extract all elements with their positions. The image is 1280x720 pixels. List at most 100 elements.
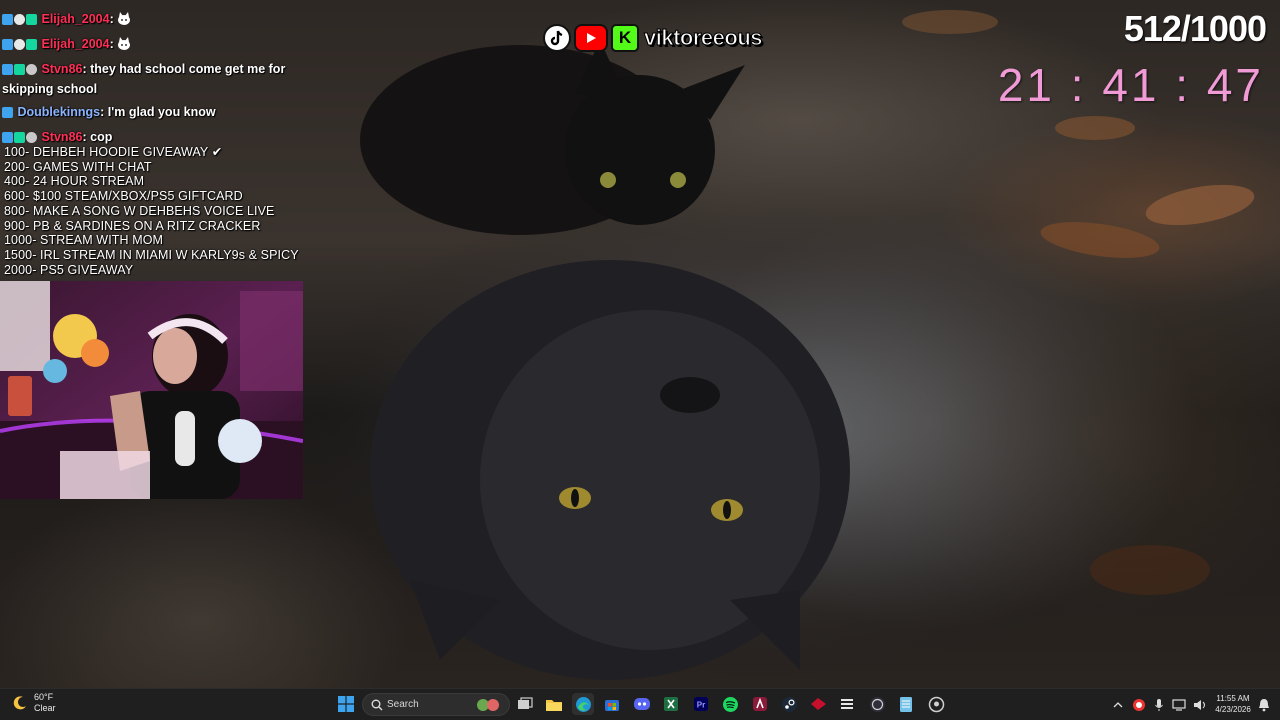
weather-widget[interactable]: 60°F Clear [12, 692, 56, 714]
volume-icon[interactable] [1193, 699, 1208, 711]
cat-emote-icon [118, 37, 131, 50]
goal-item: 800- MAKE A SONG W DEHBEHS VOICE LIVE [4, 203, 275, 218]
tray-record-icon[interactable] [1132, 698, 1146, 712]
chat-text: I'm glad you know [107, 105, 216, 119]
store-icon [605, 700, 619, 711]
chat-username[interactable]: Doublekinngs [17, 105, 100, 119]
system-tray [1112, 689, 1212, 720]
sub-badge-icon [26, 64, 37, 75]
youtube-icon [574, 24, 608, 52]
prime-badge-icon [2, 14, 13, 25]
chat-text: cop [90, 130, 113, 144]
goal-item: 400- 24 HOUR STREAM [4, 174, 145, 189]
weather-text: 60°F Clear [34, 692, 56, 714]
chat-username[interactable]: Stvn86 [41, 130, 82, 144]
windows-logo-icon [338, 696, 354, 712]
tiktok-icon [543, 24, 571, 52]
goal-item: 200- GAMES WITH CHAT [4, 159, 152, 174]
taskbar-discord[interactable] [631, 693, 653, 715]
webcam-image [0, 281, 303, 499]
taskbar-obs[interactable] [866, 693, 888, 715]
chat-badges [2, 105, 14, 123]
folder-icon [546, 699, 562, 711]
taskbar-search[interactable]: Search [362, 693, 510, 716]
taskbar-github[interactable] [925, 693, 947, 715]
prime-badge-icon [2, 132, 13, 143]
taskbar-affinity[interactable] [749, 693, 771, 715]
taskbar-time: 11:55 AM [1216, 694, 1250, 703]
goal-item: 1000- STREAM WITH MOM [4, 233, 164, 248]
windows-taskbar: 60°F Clear Search Pr 11:55 AM 4/23/2026 [0, 688, 1280, 720]
kick-letter: K [618, 28, 632, 47]
moon-icon [13, 696, 26, 710]
goal-item: 1500- IRL STREAM IN MIAMI W KARLY9s & SP… [4, 247, 299, 262]
taskbar-file-explorer[interactable] [543, 693, 565, 715]
github-icon [928, 696, 944, 712]
obs-icon [869, 696, 885, 712]
chat-badges [2, 62, 38, 80]
prime-badge-icon [2, 107, 13, 118]
chat-badges [2, 12, 38, 30]
social-handle: viktoreeous [644, 25, 764, 51]
svg-text:Pr: Pr [697, 701, 705, 710]
goal-item: 100- DEHBEH HOODIE GIVEAWAY ✔ [4, 145, 223, 159]
chat-badges [2, 37, 38, 55]
taskbar-app-red[interactable] [807, 693, 829, 715]
gem-badge-icon [26, 39, 37, 50]
sub-goals-list: 100- DEHBEH HOODIE GIVEAWAY ✔ 200- GAMES… [4, 145, 299, 277]
gem-badge-icon [14, 64, 25, 75]
chat-username[interactable]: Elijah_2004 [41, 12, 109, 26]
chat-message: Doublekinngs: I'm glad you know [2, 103, 302, 123]
tray-chevron-up-icon[interactable] [1112, 700, 1124, 710]
weather-condition: Clear [34, 703, 56, 713]
start-button[interactable] [335, 693, 357, 715]
taskbar-edge[interactable] [572, 693, 594, 715]
taskbar-premiere[interactable]: Pr [690, 693, 712, 715]
stream-chat: Elijah_2004: Elijah_2004: Stvn86: they h… [2, 10, 302, 153]
taskbar-date: 4/23/2026 [1215, 705, 1251, 714]
premiere-icon: Pr [694, 697, 708, 711]
social-links: K viktoreeous [543, 22, 764, 54]
kick-icon: K [611, 24, 639, 52]
discord-icon [634, 698, 650, 710]
stream-clock: 21 : 41 : 47 [997, 59, 1264, 111]
prime-badge-icon [2, 39, 13, 50]
notification-bell-icon[interactable] [1258, 698, 1270, 712]
taskbar-excel[interactable] [660, 693, 682, 715]
gift-badge-icon [14, 14, 25, 25]
taskbar-store[interactable] [601, 693, 623, 715]
taskbar-spotify[interactable] [719, 693, 741, 715]
chat-username[interactable]: Elijah_2004 [41, 37, 109, 51]
spotify-icon [722, 696, 738, 712]
goal-item: 2000- PS5 GIVEAWAY [4, 262, 134, 277]
cat-emote-icon [118, 12, 131, 25]
search-highlight-icon [477, 698, 499, 711]
sub-goal-counter: 512/1000 [1123, 8, 1267, 49]
taskbar-clock[interactable]: 11:55 AM 4/23/2026 [1210, 693, 1256, 715]
task-view-icon [518, 697, 533, 709]
gem-badge-icon [26, 14, 37, 25]
network-icon[interactable] [1172, 698, 1187, 711]
chat-message: Elijah_2004: [2, 10, 302, 30]
task-view-button[interactable] [514, 693, 536, 715]
sub-badge-icon [26, 132, 37, 143]
search-label: Search [387, 699, 419, 710]
taskbar-steam[interactable] [778, 693, 800, 715]
weather-temp: 60°F [34, 692, 54, 702]
gem-badge-icon [14, 132, 25, 143]
app-sm-icon [841, 699, 853, 709]
excel-icon [664, 697, 678, 711]
app-red-icon [810, 698, 826, 710]
taskbar-notepad[interactable] [895, 693, 917, 715]
microphone-icon[interactable] [1154, 698, 1164, 712]
steam-icon [781, 696, 797, 712]
chat-username[interactable]: Stvn86 [41, 62, 82, 76]
search-icon [371, 699, 383, 710]
affinity-icon [753, 697, 767, 711]
notepad-icon [900, 696, 912, 712]
gift-badge-icon [14, 39, 25, 50]
chat-message: Stvn86: they had school come get me for … [2, 62, 286, 96]
taskbar-app-sm[interactable] [836, 693, 858, 715]
prime-badge-icon [2, 64, 13, 75]
goal-item: 900- PB & SARDINES ON A RITZ CRACKER [4, 218, 261, 233]
